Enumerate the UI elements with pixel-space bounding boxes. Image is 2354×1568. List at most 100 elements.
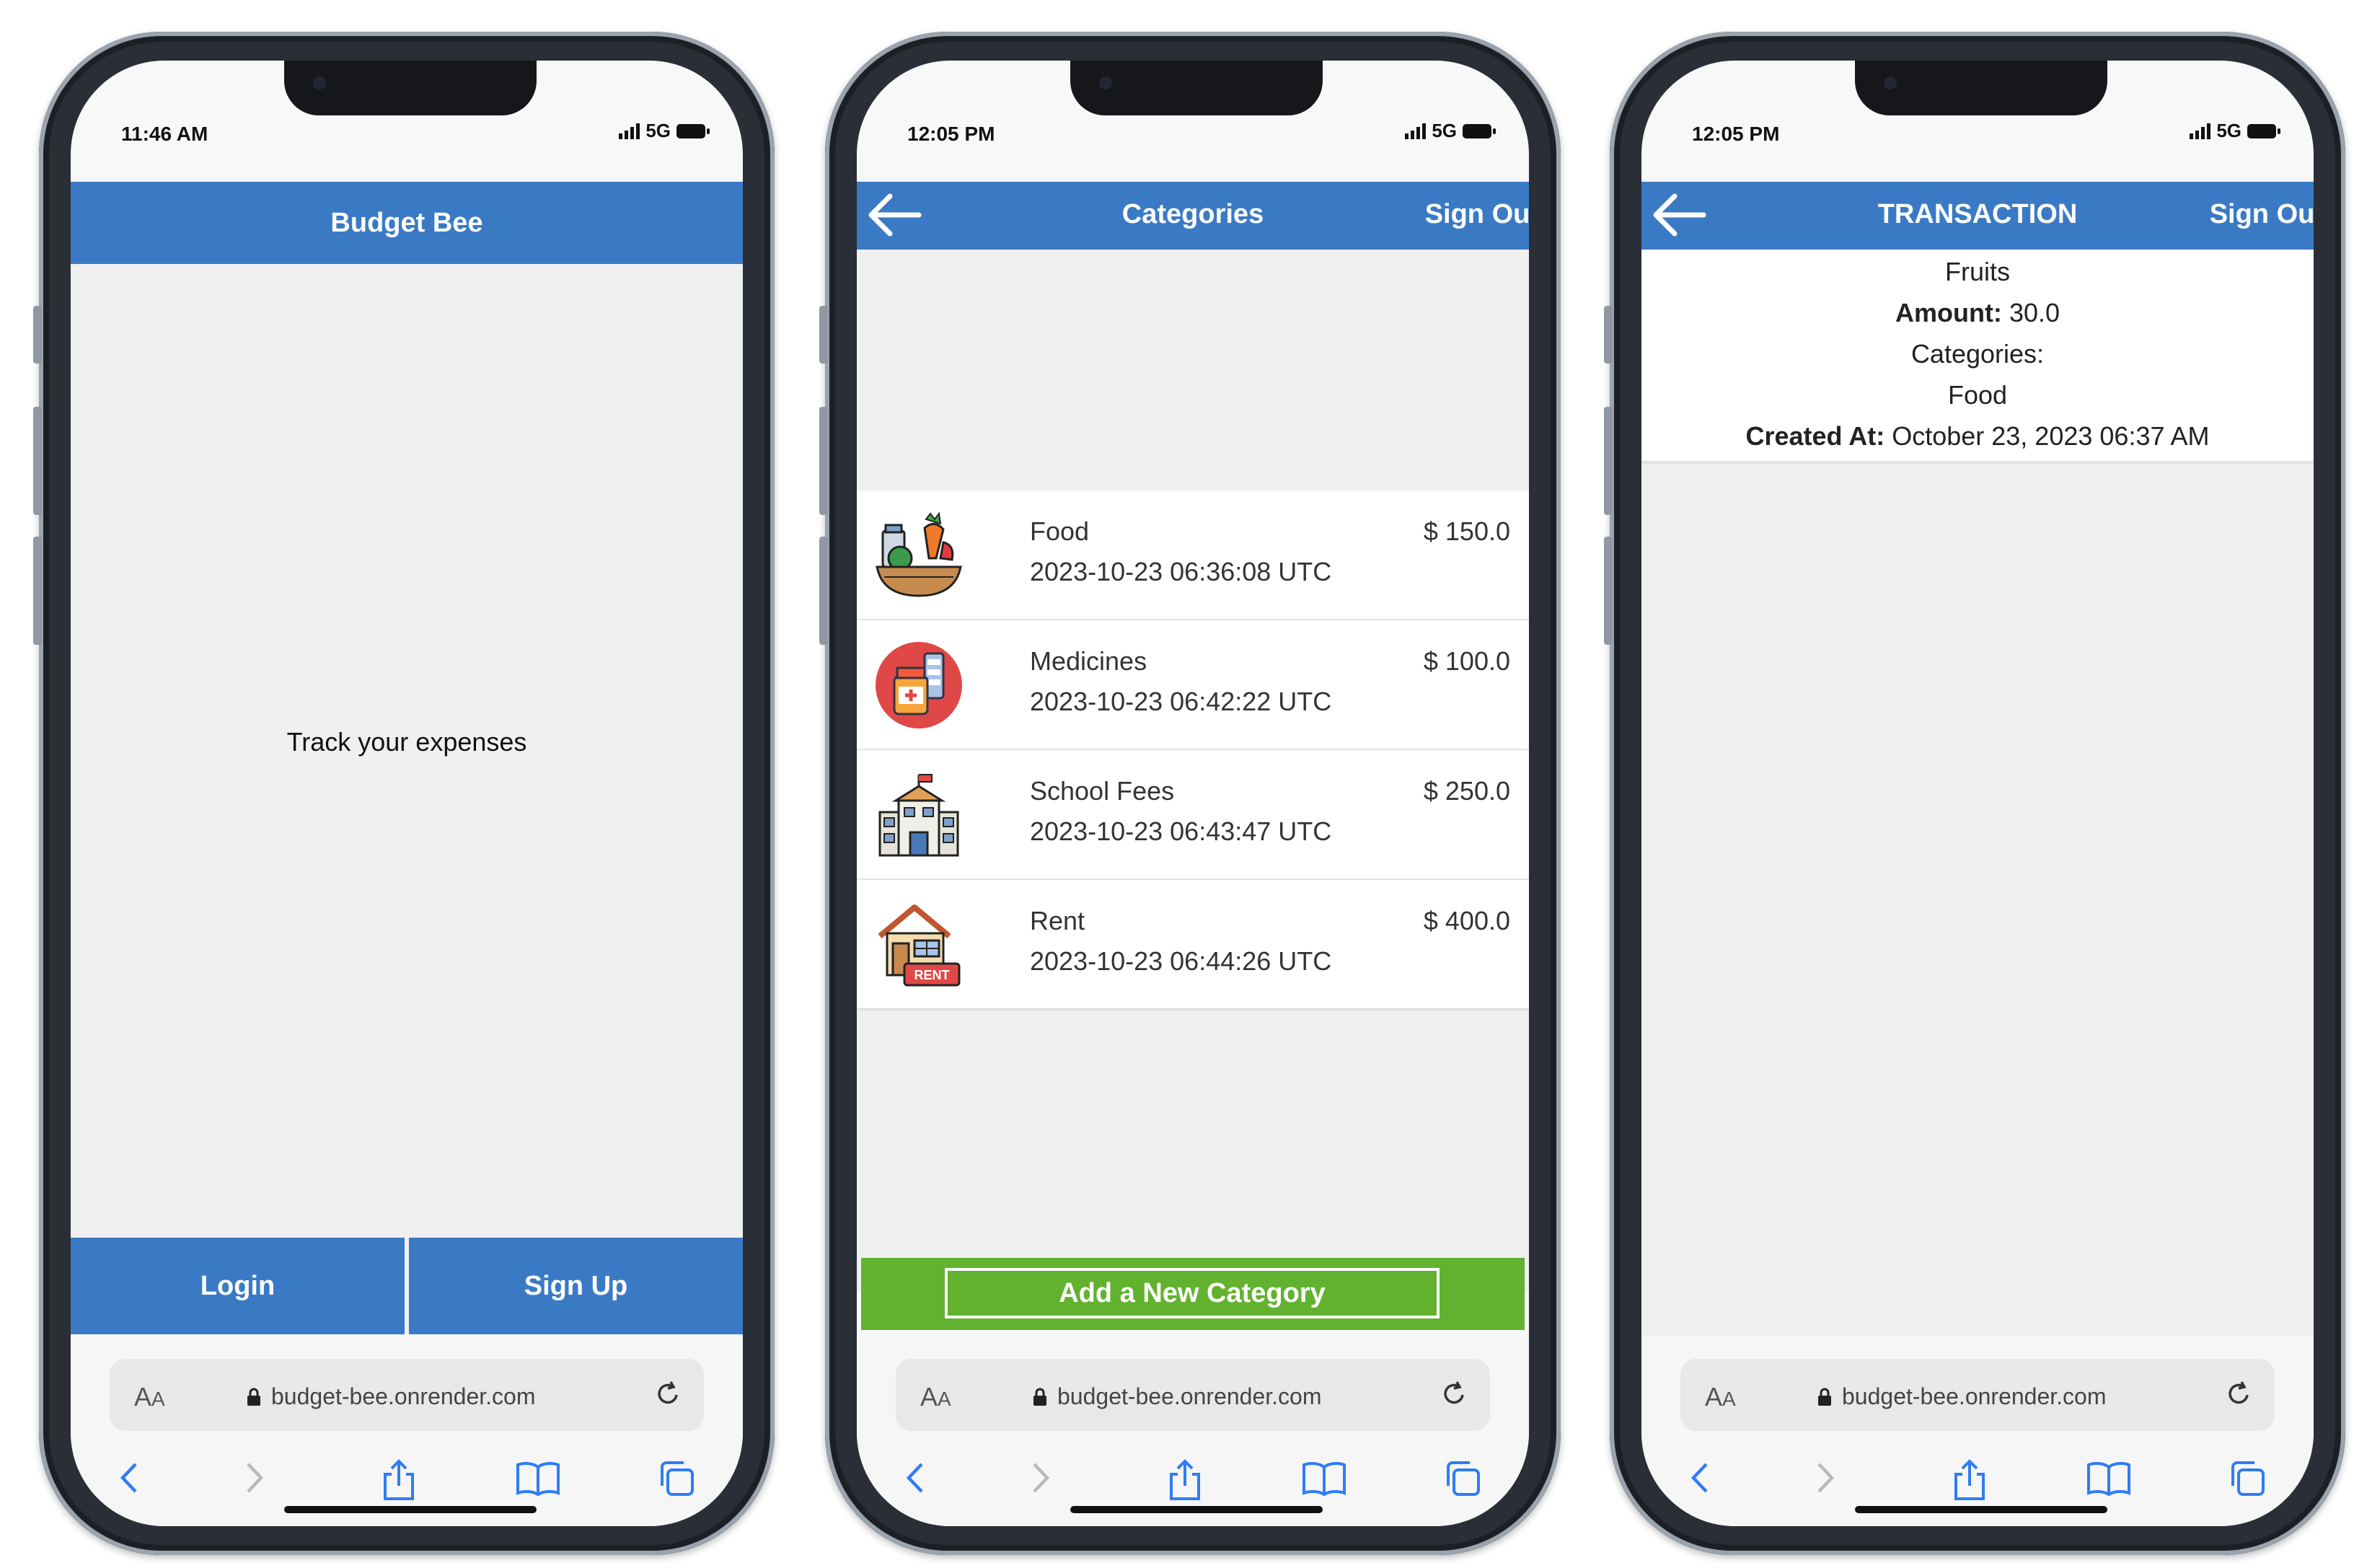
category-name: Rent [1030, 906, 1085, 935]
home-indicator [1855, 1506, 2107, 1513]
category-date: 2023-10-23 06:44:26 UTC [1030, 946, 1332, 976]
status-indicators: 5G [1405, 120, 1496, 142]
category-name: Food [1030, 516, 1090, 546]
url-text: budget-bee.onrender.com [1842, 1383, 2107, 1409]
back-chevron-icon[interactable] [904, 1458, 926, 1497]
app-title: Budget Bee [330, 208, 483, 238]
transaction-category: Food [1947, 380, 2008, 410]
sign-out-link[interactable]: Sign Out [1425, 199, 1529, 230]
food-basket-icon [876, 511, 962, 597]
medicine-icon [876, 642, 962, 728]
school-icon [878, 774, 959, 857]
safari-nav [1641, 1458, 2314, 1502]
tabs-icon[interactable] [2227, 1458, 2267, 1499]
safari-toolbar: AA budget-bee.onrender.com [857, 1336, 1529, 1526]
created-label: Created At: [1745, 421, 1885, 451]
reload-icon[interactable] [1438, 1378, 1470, 1409]
safari-toolbar: AA budget-bee.onrender.com [71, 1336, 743, 1526]
category-item-rent[interactable]: RENT Rent 2023-10-23 06:44:26 UTC $ 400.… [857, 880, 1529, 1008]
status-time: 12:05 PM [1692, 123, 1780, 145]
sign-out-link[interactable]: Sign Out [2210, 199, 2314, 230]
back-chevron-icon[interactable] [118, 1458, 140, 1497]
forward-chevron-icon[interactable] [1030, 1458, 1052, 1497]
main-content: Track your expenses [71, 264, 743, 1238]
notch [1070, 61, 1323, 115]
back-chevron-icon[interactable] [1689, 1458, 1711, 1497]
screen-2: 12:05 PM 5G Categories Sign Out Food 202… [857, 61, 1529, 1526]
notch [284, 61, 537, 115]
category-date: 2023-10-23 06:36:08 UTC [1030, 557, 1332, 586]
signal-icon [619, 123, 640, 139]
categories-label: Categories: [1910, 339, 2045, 369]
network-type: 5G [645, 120, 671, 141]
bookmarks-icon[interactable] [1301, 1458, 1347, 1497]
category-name: School Fees [1030, 776, 1175, 806]
app-header: TRANSACTION Sign Out [1641, 182, 2314, 250]
network-type: 5G [2216, 120, 2241, 141]
address-bar[interactable]: AA budget-bee.onrender.com [110, 1359, 704, 1431]
bookmarks-icon[interactable] [515, 1458, 561, 1497]
add-category-button[interactable]: Add a New Category [945, 1268, 1440, 1318]
phone-2: 12:05 PM 5G Categories Sign Out Food 202… [819, 32, 1561, 1555]
transaction-name: Fruits [1945, 257, 2010, 286]
category-item-food[interactable]: Food 2023-10-23 06:36:08 UTC $ 150.0 [857, 490, 1529, 620]
transaction-amount: Amount: 30.0 [1641, 292, 2314, 333]
share-icon[interactable] [379, 1458, 418, 1502]
transaction-details: Fruits Amount: 30.0 Categories: Food Cre… [1641, 250, 2314, 464]
tagline: Track your expenses [286, 727, 527, 757]
tabs-icon[interactable] [656, 1458, 697, 1499]
reader-aa-button[interactable]: AA [920, 1382, 951, 1412]
reader-aa-button[interactable]: AA [1705, 1382, 1736, 1412]
category-amount: $ 250.0 [1423, 776, 1510, 806]
app-header: Budget Bee [71, 182, 743, 264]
transaction-created-at: Created At: October 23, 2023 06:37 AM [1641, 415, 2314, 457]
forward-chevron-icon[interactable] [1815, 1458, 1836, 1497]
lock-icon [1818, 1388, 1831, 1406]
status-indicators: 5G [2190, 120, 2280, 142]
category-name: Medicines [1030, 646, 1147, 676]
share-icon[interactable] [1950, 1458, 1989, 1502]
screen-3: 12:05 PM 5G TRANSACTION Sign Out Fruits … [1641, 61, 2314, 1526]
app-header: Categories Sign Out [857, 182, 1529, 250]
svg-text:RENT: RENT [914, 968, 950, 982]
forward-chevron-icon[interactable] [244, 1458, 265, 1497]
category-item-school-fees[interactable]: School Fees 2023-10-23 06:43:47 UTC $ 25… [857, 750, 1529, 880]
url-text: budget-bee.onrender.com [1057, 1383, 1322, 1409]
status-time: 11:46 AM [121, 123, 208, 145]
lock-icon [1033, 1388, 1046, 1406]
share-icon[interactable] [1165, 1458, 1204, 1502]
amount-value: 30.0 [2009, 298, 2060, 327]
login-button[interactable]: Login [71, 1238, 405, 1334]
created-value: October 23, 2023 06:37 AM [1892, 421, 2210, 451]
screen-1: 11:46 AM 5G Budget Bee Track your expens… [71, 61, 743, 1526]
category-date: 2023-10-23 06:43:47 UTC [1030, 816, 1332, 846]
category-item-medicines[interactable]: Medicines 2023-10-23 06:42:22 UTC $ 100.… [857, 620, 1529, 750]
auth-buttons: Login Sign Up [71, 1238, 743, 1334]
signup-button[interactable]: Sign Up [409, 1238, 743, 1334]
category-amount: $ 100.0 [1423, 646, 1510, 676]
reload-icon[interactable] [652, 1378, 684, 1409]
url-text: budget-bee.onrender.com [271, 1383, 536, 1409]
home-indicator [1070, 1506, 1323, 1513]
bookmarks-icon[interactable] [2086, 1458, 2132, 1497]
safari-nav [857, 1458, 1529, 1502]
safari-nav [71, 1458, 743, 1502]
main-content: Fruits Amount: 30.0 Categories: Food Cre… [1641, 250, 2314, 1336]
main-content: Food 2023-10-23 06:36:08 UTC $ 150.0 Med… [857, 250, 1529, 1291]
notch [1855, 61, 2107, 115]
reload-icon[interactable] [2223, 1378, 2254, 1409]
status-indicators: 5G [619, 120, 710, 142]
battery-icon [1463, 123, 1496, 138]
category-amount: $ 400.0 [1423, 906, 1510, 935]
category-date: 2023-10-23 06:42:22 UTC [1030, 687, 1332, 716]
address-bar[interactable]: AA budget-bee.onrender.com [1680, 1359, 2275, 1431]
signal-icon [2190, 123, 2211, 139]
address-bar[interactable]: AA budget-bee.onrender.com [896, 1359, 1490, 1431]
category-amount: $ 150.0 [1423, 516, 1510, 546]
tabs-icon[interactable] [1442, 1458, 1483, 1499]
safari-toolbar: AA budget-bee.onrender.com [1641, 1336, 2314, 1526]
battery-icon [2247, 123, 2280, 138]
home-indicator [284, 1506, 537, 1513]
add-category-bar: Add a New Category [861, 1258, 1525, 1330]
reader-aa-button[interactable]: AA [134, 1382, 165, 1412]
